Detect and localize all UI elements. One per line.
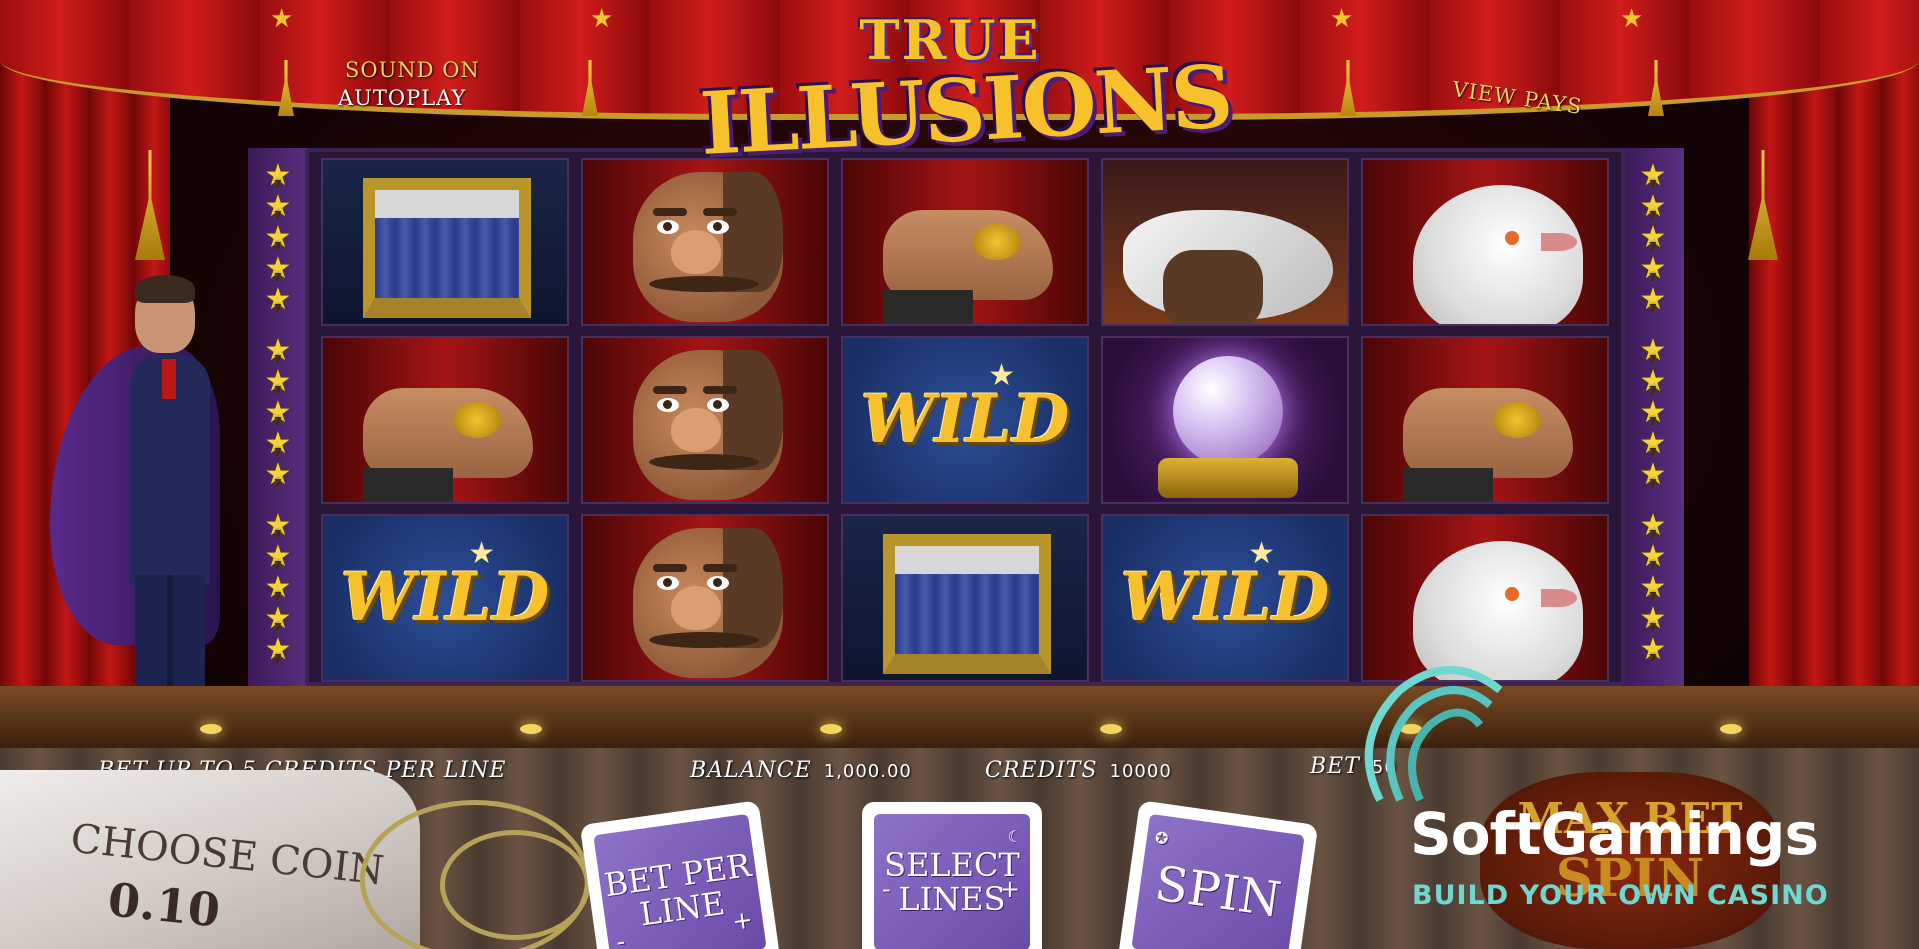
softgamings-watermark: SoftGamings BUILD YOUR OWN CASINO (1340, 650, 1900, 930)
payline-star-left-1[interactable]: ★ 7 (265, 160, 292, 191)
payline-star-right-7[interactable]: ★ 7 (1640, 366, 1667, 397)
reel-cell-curtain-frame (841, 514, 1089, 682)
payline-star-left-3[interactable]: ★ 7 (265, 222, 292, 253)
payline-star-right-11[interactable]: ★ 7 (1640, 510, 1667, 541)
pentacle-icon: ✪ (1153, 827, 1170, 849)
payline-star-left-4[interactable]: ★ 7 (265, 253, 292, 284)
select-lines-button[interactable]: ☾ - SELECT LINES + (862, 802, 1042, 949)
credits-display: CREDITS 10000 (985, 758, 1172, 783)
magician-face-symbol (633, 528, 783, 678)
payline-star-right-1[interactable]: ★ 7 (1640, 160, 1667, 191)
reel-cell-coin-hand (841, 158, 1089, 326)
payline-star-left-2[interactable]: ★ 7 (265, 191, 292, 222)
payline-star-right-14[interactable]: ★ 7 (1640, 603, 1667, 634)
watermark-tagline: BUILD YOUR OWN CASINO (1412, 880, 1829, 911)
autoplay-button[interactable]: AUTOPLAY (338, 86, 466, 110)
payline-star-left-13[interactable]: ★ 7 (265, 572, 292, 603)
reel-cell-magician-face (581, 158, 829, 326)
balance-value: 1,000.00 (823, 761, 912, 782)
payline-star-right-13[interactable]: ★ 7 (1640, 572, 1667, 603)
payline-number: 7 (1649, 477, 1657, 490)
payline-star-right-9[interactable]: ★ 7 (1640, 428, 1667, 459)
reel-cell-coin-hand (1361, 336, 1609, 504)
right-curtain (1749, 60, 1919, 740)
game-stage: ★ ★ ★ ★ SOUND ON AUTOPLAY VIEW PAYS ★ WI… (0, 0, 1919, 949)
payline-star-left-11[interactable]: ★ 7 (265, 510, 292, 541)
bet-per-line-button[interactable]: - BET PER LINE + (579, 800, 781, 949)
magician-face-symbol (633, 350, 783, 500)
curtain-frame-symbol (883, 534, 1051, 674)
glove-hand-symbol (1123, 210, 1333, 324)
spin-button[interactable]: ✪ SPIN (1117, 800, 1319, 949)
reel-cell-wild: ★ WILD (321, 514, 569, 682)
moon-icon: ☾ (1007, 827, 1022, 846)
payline-star-left-14[interactable]: ★ 7 (265, 603, 292, 634)
payline-star-right-3[interactable]: ★ 7 (1640, 222, 1667, 253)
crystal-ball-symbol (1173, 356, 1283, 466)
valance-star-icon: ★ (1620, 4, 1644, 34)
spin-label: SPIN (1151, 855, 1285, 929)
payline-star-right-4[interactable]: ★ 7 (1640, 253, 1667, 284)
payline-number: 7 (274, 302, 282, 315)
payline-number: 7 (274, 477, 282, 490)
magic-ring-icon (440, 830, 590, 940)
reel-cell-dove (1361, 158, 1609, 326)
payline-star-right-10[interactable]: ★ 7 (1640, 459, 1667, 490)
reel-cell-crystal-ball (1101, 336, 1349, 504)
valance-star-icon: ★ (590, 4, 614, 34)
reel-frame: ★ WILD ★ WILD ★ WILD (305, 148, 1625, 686)
payline-star-left-9[interactable]: ★ 7 (265, 428, 292, 459)
payline-number: 7 (274, 652, 282, 665)
choose-coin-banner[interactable]: CHOOSE COIN 0.10 (0, 770, 420, 949)
wild-symbol: WILD (1120, 558, 1330, 636)
coin-hand-symbol (883, 210, 1053, 300)
reel-cell-magician-face (581, 336, 829, 504)
coin-hand-symbol (363, 388, 533, 478)
balance-display: BALANCE 1,000.00 (690, 758, 912, 783)
payline-star-left-5[interactable]: ★ 7 (265, 284, 292, 315)
valance-star-icon: ★ (270, 4, 294, 34)
left-payline-stars: ★ 7 ★ 7 ★ 7 ★ 7 ★ 7 ★ 7 ★ 7 ★ 7 ★ 7 ★ 7 ★ 7 ★ 7 ★ 7 ★ 7 ★ 7 (255, 160, 301, 685)
payline-star-right-2[interactable]: ★ 7 (1640, 191, 1667, 222)
reel-grid: ★ WILD ★ WILD ★ WILD (321, 158, 1609, 682)
payline-star-right-5[interactable]: ★ 7 (1640, 284, 1667, 315)
payline-star-left-6[interactable]: ★ 7 (265, 335, 292, 366)
reel-cell-wild: ★ WILD (841, 336, 1089, 504)
magician-face-symbol (633, 172, 783, 322)
reel-cell-magician-face (581, 514, 829, 682)
payline-star-left-7[interactable]: ★ 7 (265, 366, 292, 397)
payline-star-left-12[interactable]: ★ 7 (265, 541, 292, 572)
coin-hand-symbol (1403, 388, 1573, 478)
reel-cell-coin-hand (321, 336, 569, 504)
watermark-brand: SoftGamings (1410, 800, 1819, 868)
balance-label: BALANCE (690, 758, 812, 783)
payline-star-left-10[interactable]: ★ 7 (265, 459, 292, 490)
logo-line-2: ILLUSIONS (697, 46, 1234, 176)
payline-star-left-15[interactable]: ★ 7 (265, 634, 292, 665)
payline-star-right-6[interactable]: ★ 7 (1640, 335, 1667, 366)
reel-cell-glove-hand (1101, 158, 1349, 326)
credits-label: CREDITS (985, 758, 1098, 783)
payline-star-right-8[interactable]: ★ 7 (1640, 397, 1667, 428)
reel-cell-curtain-frame (321, 158, 569, 326)
wild-symbol: WILD (860, 380, 1070, 458)
payline-star-left-8[interactable]: ★ 7 (265, 397, 292, 428)
sound-toggle[interactable]: SOUND ON (345, 58, 480, 82)
dove-symbol (1413, 185, 1583, 324)
payline-star-right-12[interactable]: ★ 7 (1640, 541, 1667, 572)
lines-decrease-button[interactable]: - (882, 872, 891, 906)
reel-cell-wild: ★ WILD (1101, 514, 1349, 682)
game-logo: TRUE ILLUSIONS (698, 8, 1234, 175)
coin-value: 0.10 (105, 872, 223, 938)
payline-number: 7 (1649, 302, 1657, 315)
curtain-frame-symbol (363, 178, 531, 318)
valance-star-icon: ★ (1330, 4, 1354, 34)
magician-character (40, 275, 240, 735)
credits-value: 10000 (1109, 761, 1172, 782)
lines-increase-button[interactable]: + (1000, 872, 1020, 906)
right-payline-stars: ★ 7 ★ 7 ★ 7 ★ 7 ★ 7 ★ 7 ★ 7 ★ 7 ★ 7 ★ 7 ★ 7 ★ 7 ★ 7 ★ 7 ★ 7 (1630, 160, 1676, 685)
wild-symbol: WILD (340, 558, 550, 636)
